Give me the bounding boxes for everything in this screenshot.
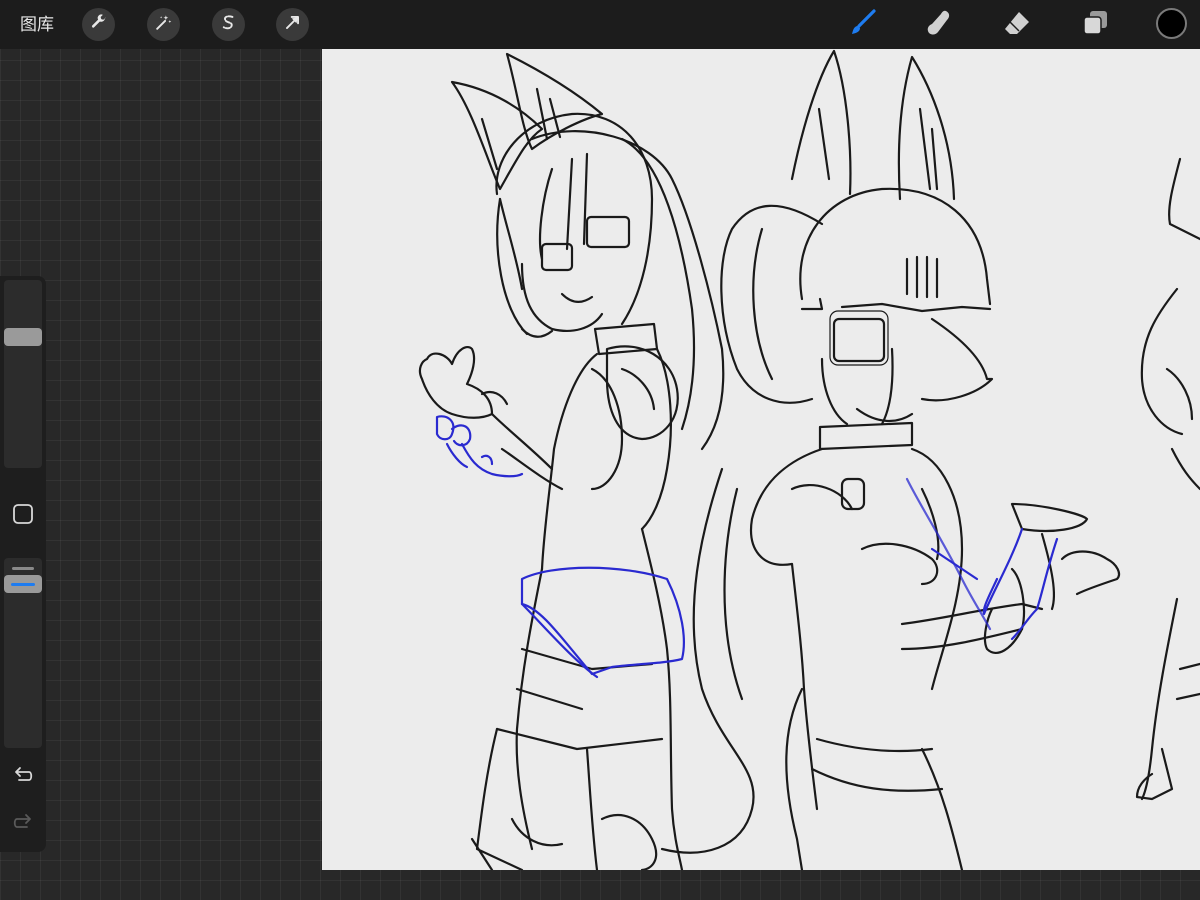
selection-s-icon [219, 13, 238, 37]
modify-button[interactable] [12, 503, 34, 525]
color-picker-button[interactable] [1156, 8, 1187, 39]
magic-wand-icon [154, 13, 173, 37]
smudge-button[interactable] [920, 6, 958, 44]
drawing-canvas[interactable] [322, 49, 1200, 870]
brush-icon [847, 8, 877, 43]
brush-size-thumb[interactable] [4, 327, 42, 346]
square-modify-icon [12, 504, 34, 529]
eraser-button[interactable] [998, 6, 1036, 44]
selection-button[interactable] [212, 8, 245, 41]
procreate-app: 图库 [0, 0, 1200, 900]
brush-button[interactable] [843, 6, 881, 44]
slider-divider [12, 567, 34, 570]
opacity-thumb-indicator [11, 583, 35, 587]
left-sidebar [0, 276, 46, 852]
adjustments-button[interactable] [147, 8, 180, 41]
smudge-finger-icon [924, 8, 954, 43]
arrow-cursor-icon [283, 13, 302, 37]
sketch-artwork [418, 49, 1200, 870]
transform-button[interactable] [276, 8, 309, 41]
redo-arrow-icon [11, 814, 35, 838]
layers-icon [1080, 8, 1110, 43]
brush-size-slider[interactable] [4, 280, 42, 468]
actions-button[interactable] [82, 8, 115, 41]
opacity-thumb[interactable] [4, 575, 42, 594]
gallery-button[interactable]: 图库 [14, 11, 60, 39]
undo-button[interactable] [11, 763, 35, 787]
top-toolbar: 图库 [0, 0, 1200, 49]
eraser-icon [1002, 8, 1032, 43]
redo-button[interactable] [11, 810, 35, 834]
layers-button[interactable] [1076, 6, 1114, 44]
undo-arrow-icon [11, 767, 35, 791]
wrench-icon [89, 13, 108, 37]
